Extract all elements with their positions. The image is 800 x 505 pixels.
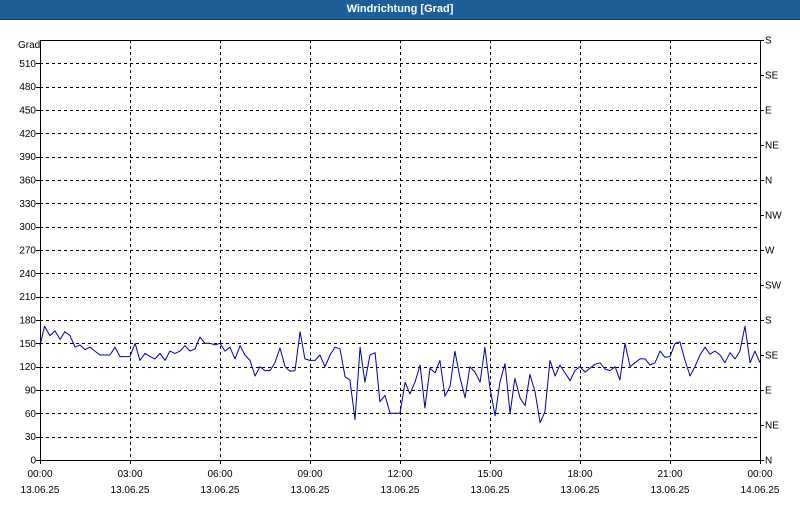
compass-tick-label: N <box>765 456 772 467</box>
right-axis: N NE E SE S SW W NW N NE E SE S <box>760 36 782 467</box>
compass-tick-label: S <box>765 316 772 327</box>
x-tick-time-label: 00:00 <box>747 469 772 480</box>
chart-title-bar: Windrichtung [Grad] <box>0 0 800 20</box>
x-tick-time-label: 18:00 <box>567 469 592 480</box>
left-axis: 0 30 60 90 120 150 180 210 240 270 300 330 360 390 420… <box>19 59 40 467</box>
compass-tick-label: SE <box>765 351 779 362</box>
y-tick-label: 450 <box>19 106 36 117</box>
compass-tick-label: NW <box>765 211 782 222</box>
x-tick-time-label: 06:00 <box>207 469 232 480</box>
compass-tick-label: S <box>765 36 772 47</box>
x-tick-time-label: 03:00 <box>117 469 142 480</box>
compass-tick-label: SW <box>765 281 782 292</box>
compass-tick-label: W <box>765 246 775 257</box>
y-tick-label: 120 <box>19 362 36 373</box>
x-tick-time-label: 15:00 <box>477 469 502 480</box>
x-tick-time-label: 00:00 <box>27 469 52 480</box>
x-tick-date-label: 13.06.25 <box>651 485 690 496</box>
y-tick-label: 0 <box>30 456 36 467</box>
y-tick-label: 240 <box>19 269 36 280</box>
x-tick-time-label: 21:00 <box>657 469 682 480</box>
compass-tick-label: NE <box>765 421 779 432</box>
x-tick-date-label: 13.06.25 <box>291 485 330 496</box>
x-tick-date-label: 13.06.25 <box>381 485 420 496</box>
y-tick-label: 480 <box>19 82 36 93</box>
y-tick-label: 300 <box>19 222 36 233</box>
y-axis-label: Grad <box>18 40 40 51</box>
chart-title: Windrichtung [Grad] <box>346 3 454 15</box>
compass-tick-label: NE <box>765 141 779 152</box>
y-tick-label: 210 <box>19 292 36 303</box>
y-tick-label: 30 <box>25 432 37 443</box>
compass-tick-label: SE <box>765 71 779 82</box>
y-tick-label: 150 <box>19 339 36 350</box>
y-tick-label: 390 <box>19 152 36 163</box>
x-tick-date-label: 13.06.25 <box>471 485 510 496</box>
y-tick-label: 60 <box>25 409 37 420</box>
y-tick-label: 330 <box>19 199 36 210</box>
y-tick-label: 180 <box>19 316 36 327</box>
wind-direction-chart: 0 30 60 90 120 150 180 210 240 270 300 330 360 390 420… <box>18 36 782 497</box>
x-tick-date-label: 13.06.25 <box>201 485 240 496</box>
chart-area: 0 30 60 90 120 150 180 210 240 270 300 330 360 390 420… <box>0 20 800 500</box>
compass-tick-label: E <box>765 106 772 117</box>
x-tick-date-label: 14.06.25 <box>741 485 780 496</box>
y-tick-label: 270 <box>19 246 36 257</box>
y-tick-label: 360 <box>19 176 36 187</box>
compass-tick-label: E <box>765 386 772 397</box>
y-tick-label: 510 <box>19 59 36 70</box>
y-tick-label: 420 <box>19 129 36 140</box>
y-tick-label: 90 <box>25 386 37 397</box>
compass-tick-label: N <box>765 176 772 187</box>
bottom-axis: 00:00 13.06.25 03:00 13.06.25 06:00 13.06.25 0… <box>21 460 780 496</box>
grid-lines <box>40 40 760 460</box>
x-tick-time-label: 09:00 <box>297 469 322 480</box>
x-tick-date-label: 13.06.25 <box>21 485 60 496</box>
x-tick-time-label: 12:00 <box>387 469 412 480</box>
x-tick-date-label: 13.06.25 <box>111 485 150 496</box>
x-tick-date-label: 13.06.25 <box>561 485 600 496</box>
